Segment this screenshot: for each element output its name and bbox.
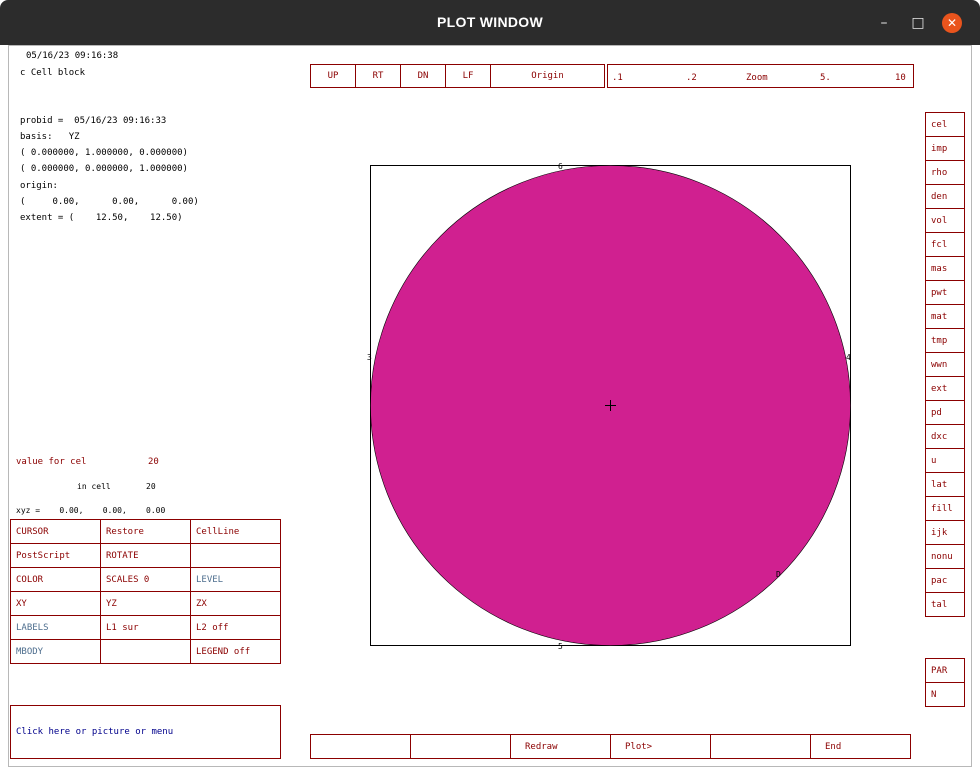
right-menu-item-11[interactable]: ext [925,376,965,401]
right-menu-item-10[interactable]: wwn [925,352,965,377]
left-menu-cell-5-0[interactable]: MBODY [10,639,101,664]
left-menu-cell-0-1[interactable]: Restore [100,519,191,544]
right-menu-item-8[interactable]: mat [925,304,965,329]
bottom-button-4[interactable] [710,734,811,759]
surface-label-right: 4 [846,353,851,362]
left-menu-cell-1-2[interactable] [190,543,281,568]
left-menu-cell-5-1[interactable] [100,639,191,664]
right-menu-item-19[interactable]: pac [925,568,965,593]
left-menu-cell-0-2[interactable]: CellLine [190,519,281,544]
surface-label-corner: D [776,570,781,579]
right-menu-item-17[interactable]: ijk [925,520,965,545]
left-menu-cell-4-2[interactable]: L2 off [190,615,281,640]
right-menu-item-5[interactable]: fcl [925,232,965,257]
left-menu-cell-1-1[interactable]: ROTATE [100,543,191,568]
left-menu-cell-3-0[interactable]: XY [10,591,101,616]
surface-label-top: 6 [558,162,563,171]
right-menu-item-6[interactable]: mas [925,256,965,281]
left-menu-cell-2-2[interactable]: LEVEL [190,567,281,592]
surface-label-bottom: 5 [558,642,563,651]
prompt-box[interactable]: Click here or picture or menu [10,705,281,759]
left-menu-cell-4-1[interactable]: L1 sur [100,615,191,640]
right-menu-item-16[interactable]: fill [925,496,965,521]
right-menu-item-12[interactable]: pd [925,400,965,425]
bottom-button-5[interactable]: End [810,734,911,759]
bottom-button-3[interactable]: Plot> [610,734,711,759]
left-menu-cell-1-0[interactable]: PostScript [10,543,101,568]
bottom-button-0[interactable] [310,734,411,759]
left-menu-cell-5-2[interactable]: LEGEND off [190,639,281,664]
right-menu-item-1[interactable]: imp [925,136,965,161]
left-menu-cell-2-1[interactable]: SCALES 0 [100,567,191,592]
right-menu-item-18[interactable]: nonu [925,544,965,569]
right-menu-item-2[interactable]: rho [925,160,965,185]
right-menu-item-0[interactable]: cel [925,112,965,137]
crosshair-vertical [610,400,611,411]
right-menu-item-14[interactable]: u [925,448,965,473]
left-menu-cell-3-1[interactable]: YZ [100,591,191,616]
right-menu-item-20[interactable]: tal [925,592,965,617]
right-menu-item-4[interactable]: vol [925,208,965,233]
right-menu-item-15[interactable]: lat [925,472,965,497]
bottom-button-2[interactable]: Redraw [510,734,611,759]
right-menu-item-9[interactable]: tmp [925,328,965,353]
left-menu-cell-0-0[interactable]: CURSOR [10,519,101,544]
right-menu-item-7[interactable]: pwt [925,280,965,305]
left-menu-cell-4-0[interactable]: LABELS [10,615,101,640]
right-menu-item-3[interactable]: den [925,184,965,209]
right-lower-item-0[interactable]: PAR [925,658,965,683]
prompt-text: Click here or picture or menu [16,727,174,737]
right-lower-item-1[interactable]: N [925,682,965,707]
bottom-button-1[interactable] [410,734,511,759]
surface-label-left: 3 [367,353,372,362]
right-menu-item-13[interactable]: dxc [925,424,965,449]
left-menu-cell-2-0[interactable]: COLOR [10,567,101,592]
left-menu-cell-3-2[interactable]: ZX [190,591,281,616]
